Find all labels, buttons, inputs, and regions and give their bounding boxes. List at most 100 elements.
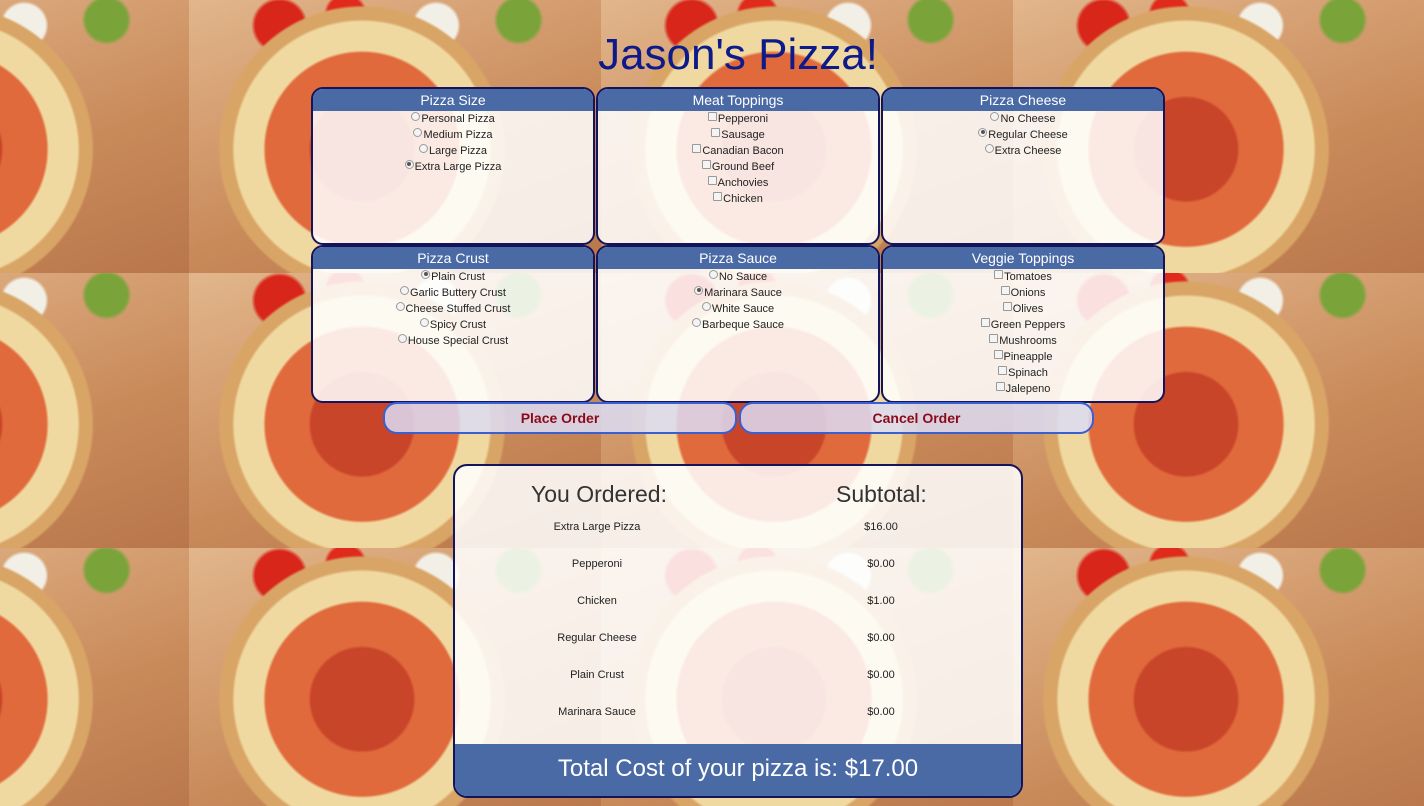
checkbox[interactable]	[1000, 285, 1010, 295]
total-cost: Total Cost of your pizza is: $17.00	[455, 744, 1021, 796]
option-label: Extra Large Pizza	[414, 161, 502, 173]
checkbox-option-pineapple[interactable]: Pineapple	[883, 349, 1163, 365]
checkbox[interactable]	[701, 159, 711, 169]
checkbox-option-green-peppers[interactable]: Green Peppers	[883, 317, 1163, 333]
order-summary: You Ordered: Subtotal: Extra Large Pizza…	[453, 464, 1023, 798]
ordered-item-price: $16.00	[864, 521, 898, 533]
radio-button[interactable]	[694, 285, 704, 295]
ordered-item-price: $0.00	[867, 669, 895, 681]
option-label: Canadian Bacon	[702, 145, 784, 157]
radio-option-barbeque-sauce[interactable]: Barbeque Sauce	[598, 317, 878, 333]
option-label: No Sauce	[718, 271, 768, 283]
checkbox-option-tomatoes[interactable]: Tomatoes	[883, 269, 1163, 285]
checkbox[interactable]	[998, 365, 1008, 375]
radio-option-regular-cheese[interactable]: Regular Cheese	[883, 127, 1163, 143]
checkbox[interactable]	[994, 269, 1004, 279]
option-label: Jalepeno	[1005, 383, 1051, 395]
checkbox[interactable]	[713, 191, 723, 201]
checkbox[interactable]	[995, 381, 1005, 391]
radio-option-marinara-sauce[interactable]: Marinara Sauce	[598, 285, 878, 301]
radio-button[interactable]	[411, 111, 421, 121]
radio-button[interactable]	[984, 143, 994, 153]
checkbox-option-onions[interactable]: Onions	[883, 285, 1163, 301]
option-label: Ground Beef	[711, 161, 775, 173]
checkbox[interactable]	[989, 333, 999, 343]
subtotal-heading: Subtotal:	[836, 481, 927, 507]
radio-option-garlic-buttery-crust[interactable]: Garlic Buttery Crust	[313, 285, 593, 301]
checkbox-option-ground-beef[interactable]: Ground Beef	[598, 159, 878, 175]
radio-button[interactable]	[990, 111, 1000, 121]
radio-option-cheese-stuffed-crust[interactable]: Cheese Stuffed Crust	[313, 301, 593, 317]
checkbox[interactable]	[980, 317, 990, 327]
radio-option-spicy-crust[interactable]: Spicy Crust	[313, 317, 593, 333]
radio-option-white-sauce[interactable]: White Sauce	[598, 301, 878, 317]
checkbox[interactable]	[692, 143, 702, 153]
ordered-item-name: Regular Cheese	[557, 632, 637, 644]
checkbox[interactable]	[707, 175, 717, 185]
ordered-item-price: $0.00	[867, 706, 895, 718]
option-label: Regular Cheese	[988, 129, 1068, 141]
checkbox[interactable]	[1002, 301, 1012, 311]
option-label: Medium Pizza	[423, 129, 493, 141]
radio-button[interactable]	[692, 317, 702, 327]
radio-option-large-pizza[interactable]: Large Pizza	[313, 143, 593, 159]
ordered-item-price: $1.00	[867, 595, 895, 607]
panel-pizza-crust: Pizza Crust Plain Crust Garlic Buttery Cr…	[311, 245, 595, 403]
ordered-item-name: Chicken	[577, 595, 617, 607]
radio-button[interactable]	[978, 127, 988, 137]
radio-option-no-sauce[interactable]: No Sauce	[598, 269, 878, 285]
checkbox-option-chicken[interactable]: Chicken	[598, 191, 878, 207]
radio-option-house-special-crust[interactable]: House Special Crust	[313, 333, 593, 349]
panel-meat-toppings: Meat Toppings Pepperoni Sausage Canadian B…	[596, 87, 880, 245]
radio-button[interactable]	[701, 301, 711, 311]
option-label: Sausage	[721, 129, 765, 141]
checkbox-option-jalepeno[interactable]: Jalepeno	[883, 381, 1163, 397]
option-label: Barbeque Sauce	[702, 319, 784, 331]
checkbox[interactable]	[711, 127, 721, 137]
checkbox-option-sausage[interactable]: Sausage	[598, 127, 878, 143]
pizza-photo-tile	[1013, 548, 1424, 806]
option-label: Onions	[1010, 287, 1046, 299]
option-label: Garlic Buttery Crust	[410, 287, 506, 299]
ordered-item-price: $0.00	[867, 632, 895, 644]
radio-button[interactable]	[400, 285, 410, 295]
option-label: Large Pizza	[428, 145, 488, 157]
radio-button[interactable]	[421, 269, 431, 279]
radio-button[interactable]	[418, 143, 428, 153]
radio-button[interactable]	[397, 333, 407, 343]
checkbox-option-anchovies[interactable]: Anchovies	[598, 175, 878, 191]
radio-button[interactable]	[419, 317, 429, 327]
panel-header: Pizza Cheese	[883, 89, 1163, 111]
radio-option-extra-large-pizza[interactable]: Extra Large Pizza	[313, 159, 593, 175]
radio-button[interactable]	[395, 301, 405, 311]
place-order-button[interactable]: Place Order	[383, 402, 737, 434]
radio-option-medium-pizza[interactable]: Medium Pizza	[313, 127, 593, 143]
panel-header: Veggie Toppings	[883, 247, 1163, 269]
checkbox-option-canadian-bacon[interactable]: Canadian Bacon	[598, 143, 878, 159]
option-label: House Special Crust	[407, 335, 509, 347]
checkbox-option-pepperoni[interactable]: Pepperoni	[598, 111, 878, 127]
pizza-photo-tile	[0, 548, 189, 806]
checkbox-option-spinach[interactable]: Spinach	[883, 365, 1163, 381]
cancel-order-button[interactable]: Cancel Order	[739, 402, 1094, 434]
checkbox-option-olives[interactable]: Olives	[883, 301, 1163, 317]
option-label: No Cheese	[1000, 113, 1056, 125]
radio-button[interactable]	[404, 159, 414, 169]
radio-option-personal-pizza[interactable]: Personal Pizza	[313, 111, 593, 127]
panel-pizza-sauce: Pizza Sauce No Sauce Marinara Sauce White …	[596, 245, 880, 403]
panel-header: Pizza Size	[313, 89, 593, 111]
ordered-item-name: Pepperoni	[571, 558, 623, 570]
radio-option-no-cheese[interactable]: No Cheese	[883, 111, 1163, 127]
radio-button[interactable]	[413, 127, 423, 137]
panel-header: Meat Toppings	[598, 89, 878, 111]
checkbox[interactable]	[993, 349, 1003, 359]
you-ordered-heading: You Ordered:	[531, 481, 667, 507]
checkbox[interactable]	[707, 111, 717, 121]
option-label: Plain Crust	[431, 271, 485, 283]
checkbox-option-mushrooms[interactable]: Mushrooms	[883, 333, 1163, 349]
radio-option-extra-cheese[interactable]: Extra Cheese	[883, 143, 1163, 159]
radio-option-plain-crust[interactable]: Plain Crust	[313, 269, 593, 285]
radio-button[interactable]	[708, 269, 718, 279]
option-label: White Sauce	[711, 303, 775, 315]
ordered-item-name: Marinara Sauce	[558, 706, 636, 718]
